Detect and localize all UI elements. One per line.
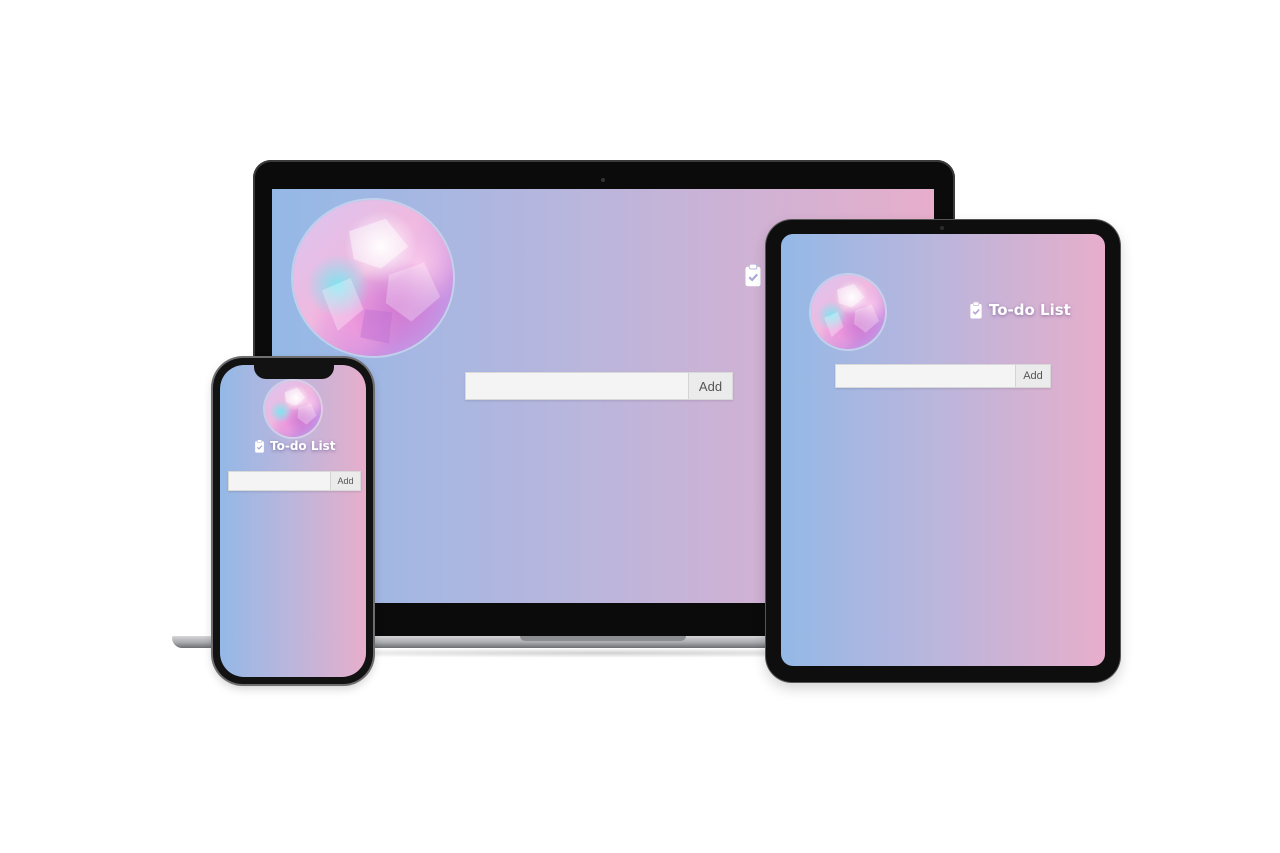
app-title: To-do List [969,301,1071,319]
add-todo-form: Add [835,364,1051,388]
laptop-camera [601,178,605,182]
tablet-screen: To-do List Add [781,234,1105,666]
app-title-text: To-do List [989,301,1071,319]
laptop-opening-notch [520,636,686,641]
clipboard-check-icon [255,439,264,453]
add-todo-form: Add [228,471,361,491]
todo-input[interactable] [466,373,688,399]
phone-screen: To-do List Add [220,365,366,677]
clipboard-check-icon [745,263,761,287]
app-title: To-do List [254,439,335,453]
crystal-avatar-image [811,275,885,349]
crystal-avatar-image [293,200,453,356]
crystal-avatar-image [265,381,321,437]
device-mockup-stage: To-do List Add To-do List [0,0,1280,853]
clipboard-check-icon [970,301,982,319]
add-button[interactable]: Add [1015,365,1050,387]
todo-input[interactable] [836,365,1015,387]
add-button[interactable]: Add [688,373,732,399]
app-title-text: To-do List [270,439,336,453]
add-button[interactable]: Add [330,472,360,490]
tablet-camera [940,226,944,230]
todo-input[interactable] [229,472,330,490]
phone-notch [254,365,334,379]
add-todo-form: Add [465,372,733,400]
